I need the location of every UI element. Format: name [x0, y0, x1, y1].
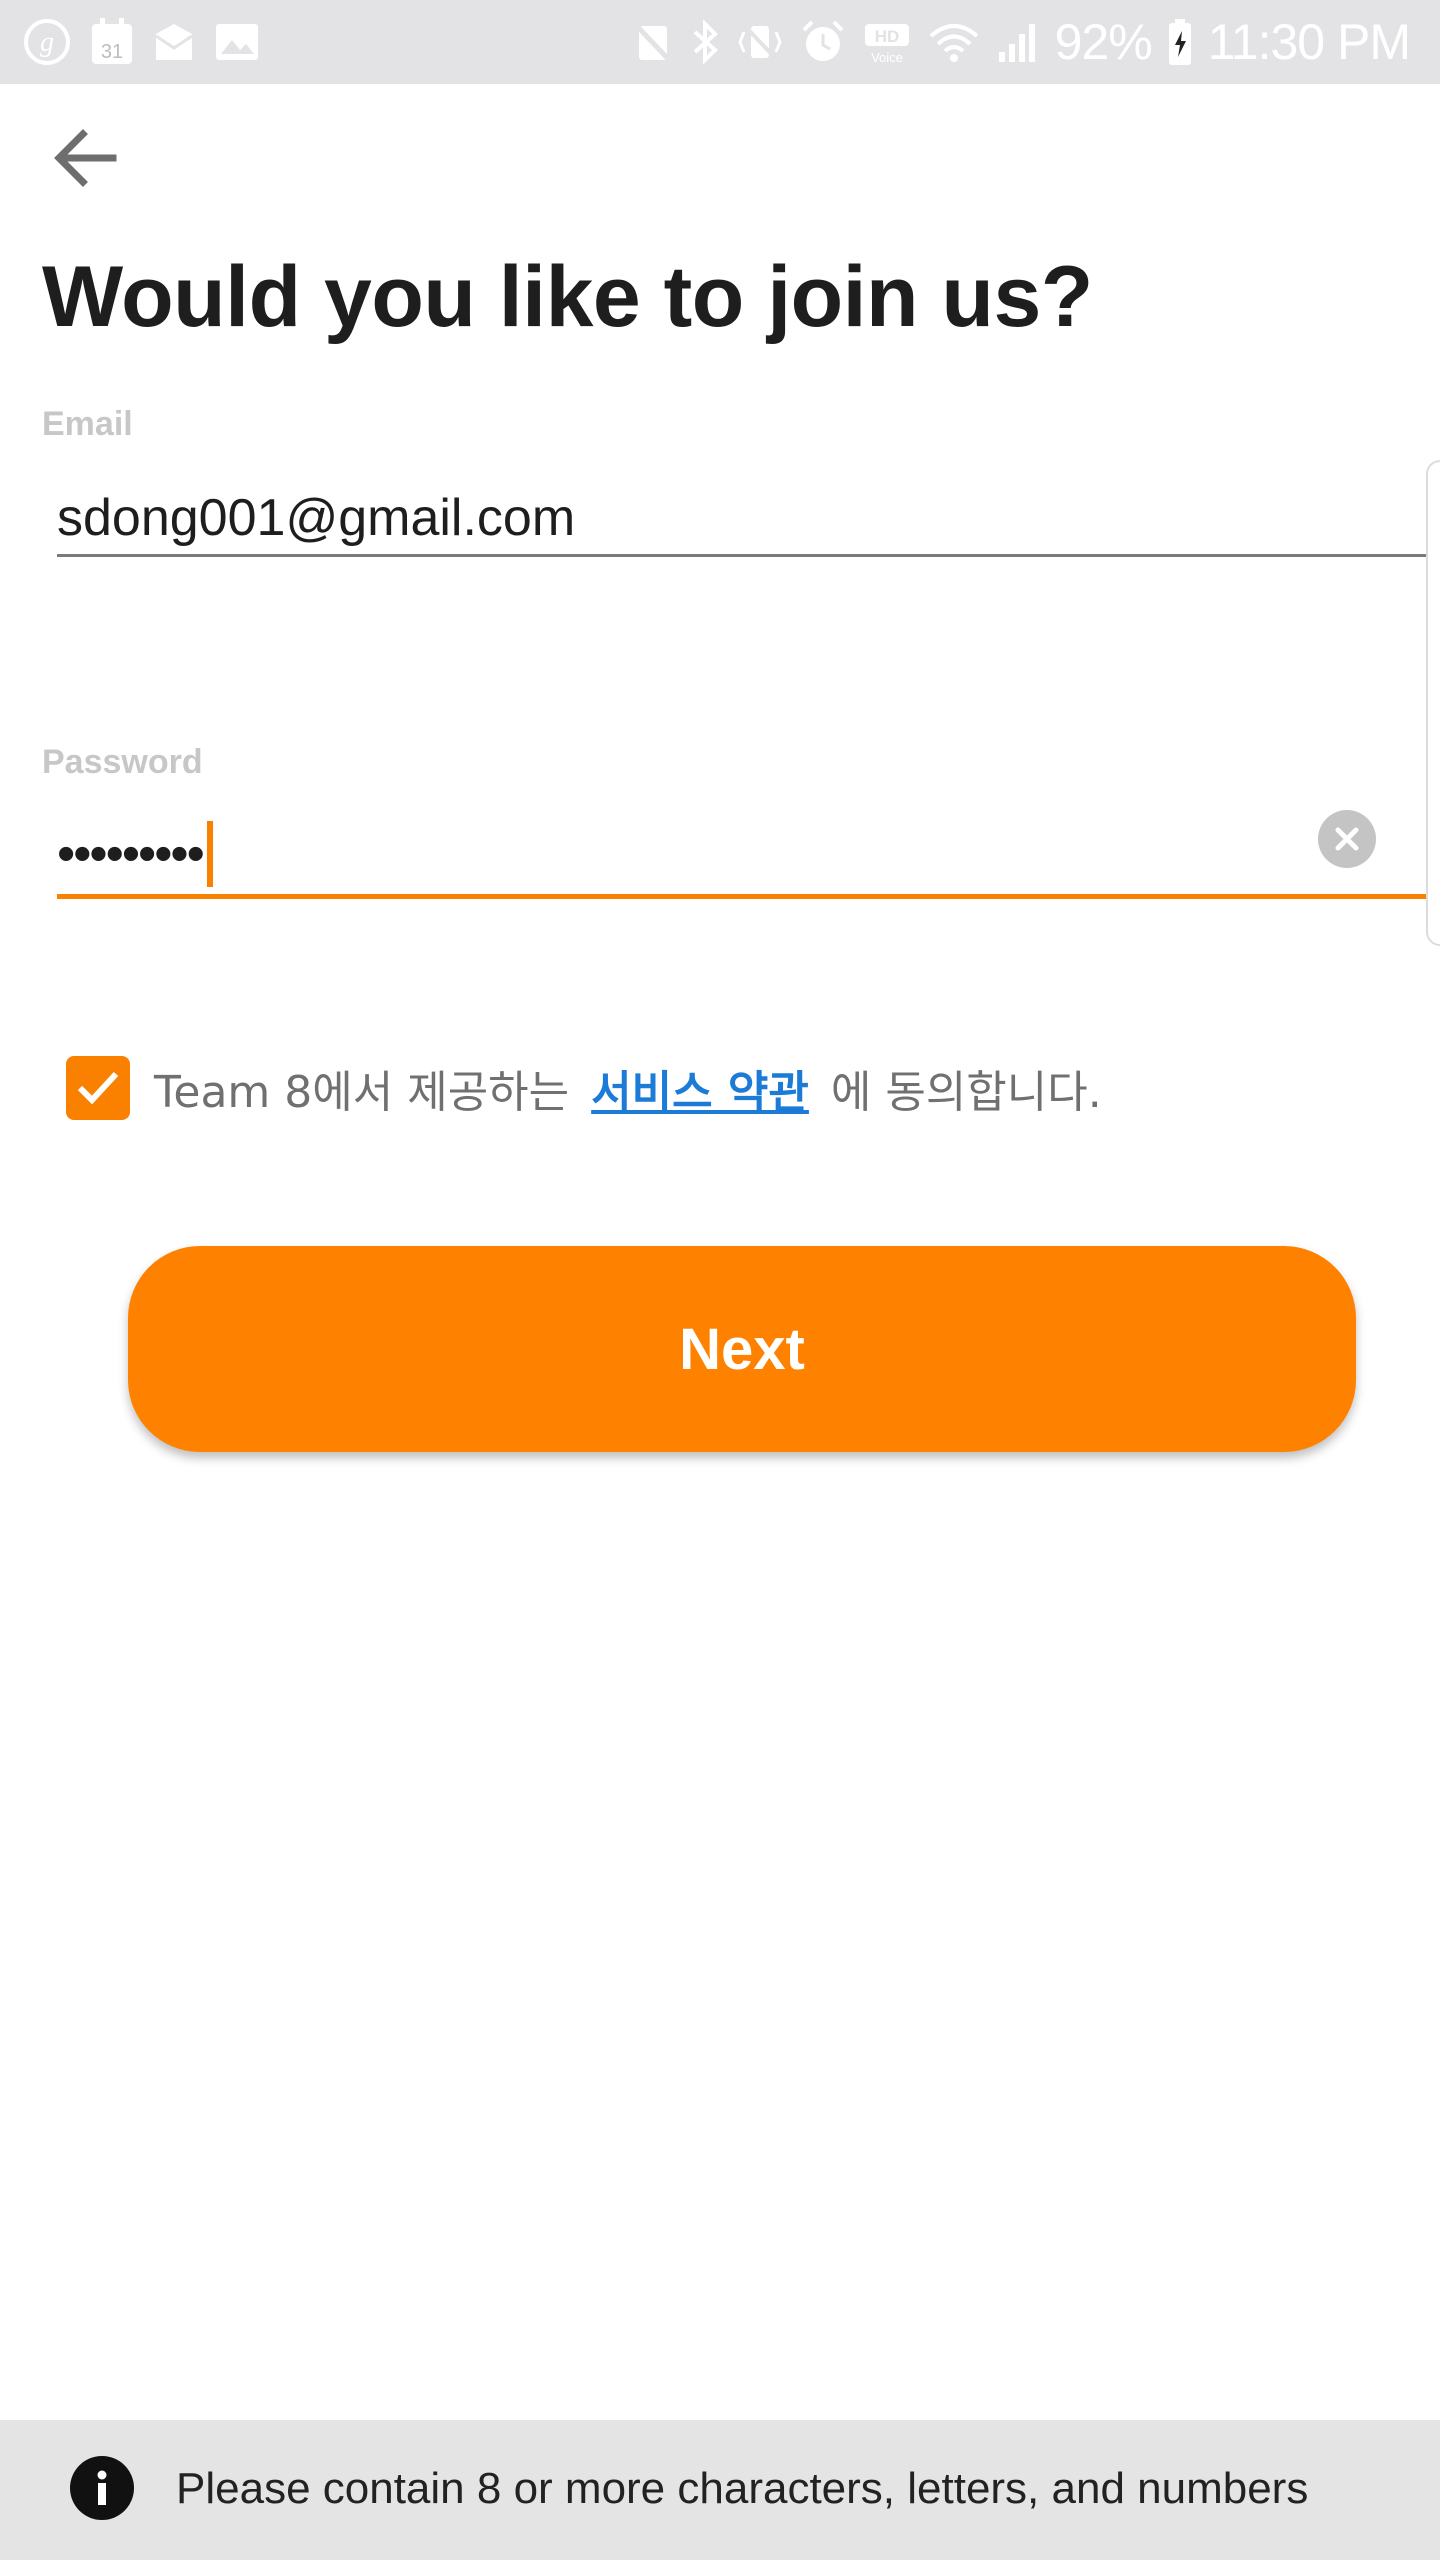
svg-text:Voice: Voice — [871, 50, 903, 65]
next-button-label: Next — [679, 1316, 805, 1382]
next-button[interactable]: Next — [128, 1246, 1356, 1452]
password-hint-text: Please contain 8 or more characters, let… — [176, 2464, 1309, 2513]
status-bar-right: HD Voice 92% 11:30 PM — [629, 8, 1411, 76]
calendar-icon: 31 — [90, 18, 134, 66]
terms-row: Team 8에서 제공하는 서비스 약관 에 동의합니다. — [66, 1056, 1102, 1120]
alarm-icon — [799, 18, 847, 66]
email-value: sdong001@gmail.com — [57, 489, 576, 547]
bluetooth-icon — [691, 18, 721, 66]
battery-percent: 92% — [1054, 14, 1153, 70]
back-button[interactable] — [40, 118, 130, 198]
status-bar: g 31 HD Voice 92% 11:30 PM — [0, 0, 1440, 84]
status-bar-left: g 31 — [22, 14, 260, 70]
clear-password-button[interactable] — [1318, 810, 1376, 868]
info-icon — [70, 2456, 134, 2520]
email-underline — [57, 554, 1427, 557]
edge-panel-handle[interactable] — [1426, 460, 1440, 946]
password-value: ••••••••• — [57, 825, 205, 883]
email-field[interactable]: sdong001@gmail.com — [57, 476, 1425, 560]
clear-circle-icon — [1335, 827, 1359, 851]
nfc-off-icon — [629, 18, 677, 66]
terms-suffix: 에 동의합니다. — [830, 1067, 1102, 1118]
checkmark-icon — [77, 1071, 119, 1105]
password-field[interactable]: ••••••••• — [57, 812, 1425, 896]
terms-of-service-link[interactable]: 서비스 약관 — [591, 1056, 809, 1120]
battery-charging-icon — [1166, 17, 1194, 67]
info-bar: Please contain 8 or more characters, let… — [0, 2420, 1440, 2560]
terms-prefix: Team 8에서 제공하는 — [154, 1067, 570, 1118]
clock: 11:30 PM — [1207, 14, 1411, 70]
password-underline — [57, 894, 1427, 899]
text-cursor — [206, 821, 213, 887]
vibrate-icon — [735, 18, 785, 66]
svg-text:HD: HD — [874, 27, 899, 46]
email-label: Email — [42, 405, 133, 443]
gallery-icon — [214, 20, 260, 64]
calendar-day: 31 — [101, 41, 123, 63]
hd-voice-icon: HD Voice — [861, 18, 913, 66]
page-title: Would you like to join us? — [42, 249, 1093, 345]
signal-icon — [995, 18, 1041, 66]
mail-icon — [152, 20, 196, 64]
password-label: Password — [42, 743, 203, 781]
arrow-left-icon — [54, 129, 117, 187]
g-icon: g — [22, 17, 72, 67]
wifi-icon — [927, 18, 981, 66]
terms-checkbox[interactable] — [66, 1056, 130, 1120]
svg-text:g: g — [40, 27, 54, 58]
